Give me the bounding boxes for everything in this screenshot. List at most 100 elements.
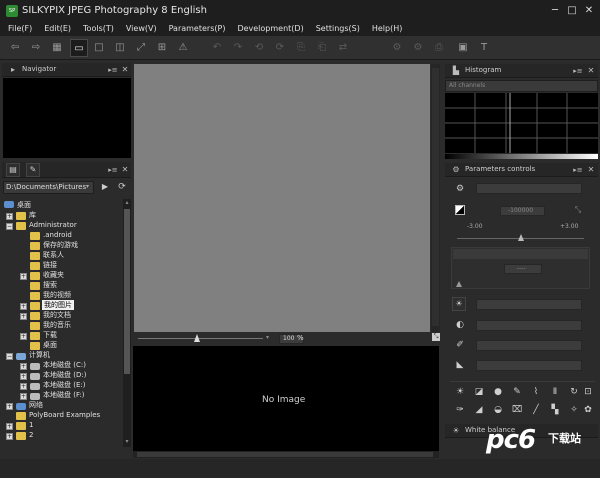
retouch-tool-icon[interactable]: ✧ xyxy=(568,404,580,416)
tree-item-2[interactable]: 2 xyxy=(29,430,33,440)
rotate-left-icon[interactable]: ⟲ xyxy=(250,39,268,57)
comment-tab-icon[interactable]: ✎ xyxy=(26,163,40,177)
tree-item-drive-c[interactable]: 本地磁盘 (C:) xyxy=(43,360,86,370)
tree-item-drive-e[interactable]: 本地磁盘 (E:) xyxy=(43,380,85,390)
tree-item-saved-games[interactable]: 保存的游戏 xyxy=(43,240,78,250)
white-balance-select[interactable] xyxy=(476,299,582,310)
panel-close-icon[interactable]: ✕ xyxy=(120,65,130,75)
curve-tool-icon[interactable]: ⌇ xyxy=(530,386,542,398)
histogram-menu-icon[interactable]: ▸≡ xyxy=(573,66,583,76)
copy-params-icon[interactable]: ⎘ xyxy=(292,39,310,57)
collapse-icon[interactable]: − xyxy=(6,353,13,360)
clone-tool-icon[interactable]: ⌧ xyxy=(511,404,523,416)
tree-item-searches[interactable]: 搜索 xyxy=(43,280,57,290)
maximize-icon[interactable]: □ xyxy=(565,4,579,18)
tree-scrollbar-thumb[interactable] xyxy=(124,209,130,374)
layers-tool-icon[interactable]: ▚ xyxy=(549,404,561,416)
expand-icon[interactable]: + xyxy=(20,383,27,390)
zoom-slider-track[interactable] xyxy=(138,338,263,339)
expand-icon[interactable]: + xyxy=(20,273,27,280)
taste-gear-icon[interactable]: ⚙ xyxy=(454,183,466,195)
histogram-close-icon[interactable]: ✕ xyxy=(586,66,596,76)
expand-icon[interactable]: + xyxy=(20,393,27,400)
tree-item-my-pictures[interactable]: 我的图片 xyxy=(42,300,74,310)
rotate-tool-icon[interactable]: ↻ xyxy=(568,386,580,398)
path-dropdown-icon[interactable]: ▾ xyxy=(86,183,89,190)
menu-parameters[interactable]: Parameters(P) xyxy=(167,22,230,36)
filmstrip-area[interactable]: No Image xyxy=(133,346,439,451)
lens-tool-icon[interactable]: Ⅱ xyxy=(549,386,561,398)
histogram-channel-select[interactable]: All channels xyxy=(445,80,598,92)
pen-tool-icon[interactable]: ╱ xyxy=(530,404,542,416)
expand-icon[interactable]: + xyxy=(20,363,27,370)
scroll-up-icon[interactable]: ▴ xyxy=(123,199,131,207)
filmstrip-hscrollbar[interactable] xyxy=(133,451,439,458)
batch-develop-icon[interactable]: ⚙ xyxy=(409,39,427,57)
browser-menu-icon[interactable]: ▸≡ xyxy=(108,165,118,175)
menu-development[interactable]: Development(D) xyxy=(235,22,307,36)
detail-slider-handle[interactable] xyxy=(456,281,462,287)
wb-tool-icon[interactable]: ☀ xyxy=(454,386,466,398)
refresh-icon[interactable]: ⟳ xyxy=(116,181,128,193)
tree-item-drive-d[interactable]: 本地磁盘 (D:) xyxy=(43,370,86,380)
color-tool-icon[interactable]: ✎ xyxy=(511,386,523,398)
expand-icon[interactable]: + xyxy=(6,433,13,440)
color-picker-icon[interactable]: ✐ xyxy=(454,339,466,351)
thumbnail-view-icon[interactable]: ▦ xyxy=(48,39,66,57)
image-preview-canvas[interactable] xyxy=(134,64,430,332)
redo-icon[interactable]: ↷ xyxy=(229,39,247,57)
tree-item-favorites[interactable]: 收藏夹 xyxy=(43,270,64,280)
scroll-down-icon[interactable]: ▾ xyxy=(123,438,131,446)
compare-params-icon[interactable]: ⇄ xyxy=(334,39,352,57)
params-menu-icon[interactable]: ▸≡ xyxy=(573,165,583,175)
paste-params-icon[interactable]: ⎗ xyxy=(313,39,331,57)
develop-icon[interactable]: ⚙ xyxy=(388,39,406,57)
tree-item-drive-f[interactable]: 本地磁盘 (F:) xyxy=(43,390,85,400)
canvas-vscroll-track[interactable] xyxy=(432,68,439,326)
filmstrip-scroll-thumb[interactable] xyxy=(137,452,433,457)
expand-icon[interactable]: + xyxy=(20,333,27,340)
sharpness-select[interactable] xyxy=(476,360,582,371)
expand-icon[interactable]: + xyxy=(6,213,13,220)
tree-item-my-videos[interactable]: 我的视频 xyxy=(43,290,71,300)
tree-item-polyboard[interactable]: PolyBoard Examples xyxy=(29,410,100,420)
folder-up-icon[interactable]: ▶ xyxy=(99,181,111,193)
tree-item-administrator[interactable]: Administrator xyxy=(29,220,77,230)
path-field[interactable]: D:\Documents\Pictures ▾ xyxy=(3,181,94,194)
tree-item-android[interactable]: .android xyxy=(43,230,72,240)
tree-item-downloads[interactable]: 下载 xyxy=(43,330,57,340)
tree-item-desktop[interactable]: 桌面 xyxy=(17,200,31,210)
collapse-icon[interactable]: − xyxy=(6,223,13,230)
params-close-icon[interactable]: ✕ xyxy=(586,165,596,175)
tree-item-contacts[interactable]: 联系人 xyxy=(43,250,64,260)
grid-view-icon[interactable]: ⊞ xyxy=(153,39,171,57)
effect-tool-icon[interactable]: ✿ xyxy=(582,404,594,416)
taste-select[interactable] xyxy=(476,183,582,194)
exposure-icon[interactable] xyxy=(455,205,465,215)
undo-icon[interactable]: ↶ xyxy=(208,39,226,57)
tree-item-computer[interactable]: 计算机 xyxy=(29,350,50,360)
tone-curve-icon[interactable]: ◒ xyxy=(492,404,504,416)
print-icon[interactable]: ⎙ xyxy=(430,39,448,57)
tree-item-desktop-2[interactable]: 桌面 xyxy=(43,340,57,350)
tree-item-library[interactable]: 库 xyxy=(29,210,36,220)
preview-filmstrip-icon[interactable]: ▭ xyxy=(70,39,88,57)
expand-icon[interactable]: + xyxy=(20,303,27,310)
sharpness-icon[interactable]: ◣ xyxy=(454,359,466,371)
tree-item-my-music[interactable]: 我的音乐 xyxy=(43,320,71,330)
tree-item-my-documents[interactable]: 我的文档 xyxy=(43,310,71,320)
gradient-tool-icon[interactable]: ◢ xyxy=(473,404,485,416)
crop-tool-icon[interactable]: ⊡ xyxy=(582,386,594,398)
contrast-select[interactable] xyxy=(476,320,582,331)
tools-icon[interactable]: T xyxy=(475,39,493,57)
brush-tool-icon[interactable]: ✑ xyxy=(454,404,466,416)
close-icon[interactable]: ✕ xyxy=(582,4,596,18)
display-settings-icon[interactable]: ▣ xyxy=(454,39,472,57)
auto-exposure-icon[interactable]: ⤡ xyxy=(572,204,584,216)
tree-item-links[interactable]: 链接 xyxy=(43,260,57,270)
prev-image-icon[interactable]: ⇦ xyxy=(6,39,24,57)
next-image-icon[interactable]: ⇨ xyxy=(27,39,45,57)
menu-tools[interactable]: Tools(T) xyxy=(81,22,118,36)
expand-icon[interactable]: + xyxy=(6,423,13,430)
rotate-right-icon[interactable]: ⟳ xyxy=(271,39,289,57)
